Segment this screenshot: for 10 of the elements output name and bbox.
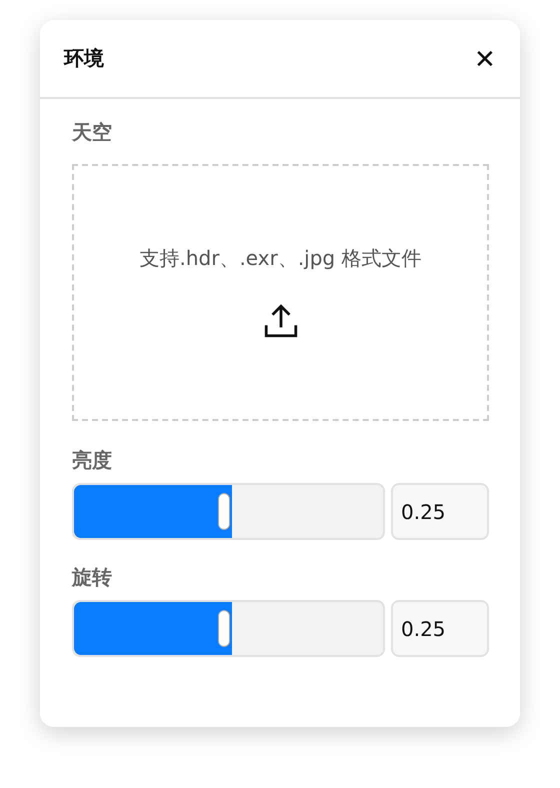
upload-dropzone[interactable]: 支持.hdr、.exr、.jpg 格式文件 [72,164,489,421]
section-label: 天空 [72,119,112,146]
slider-track[interactable] [72,483,385,540]
slider-label: 旋转 [72,564,112,591]
slider-track[interactable] [72,600,385,657]
close-button[interactable]: ✕ [474,46,496,72]
value-field[interactable]: 0.25 [391,483,489,540]
panel-title: 环境 [64,45,104,72]
value-field[interactable]: 0.25 [391,600,489,657]
slider-label: 亮度 [72,447,112,474]
